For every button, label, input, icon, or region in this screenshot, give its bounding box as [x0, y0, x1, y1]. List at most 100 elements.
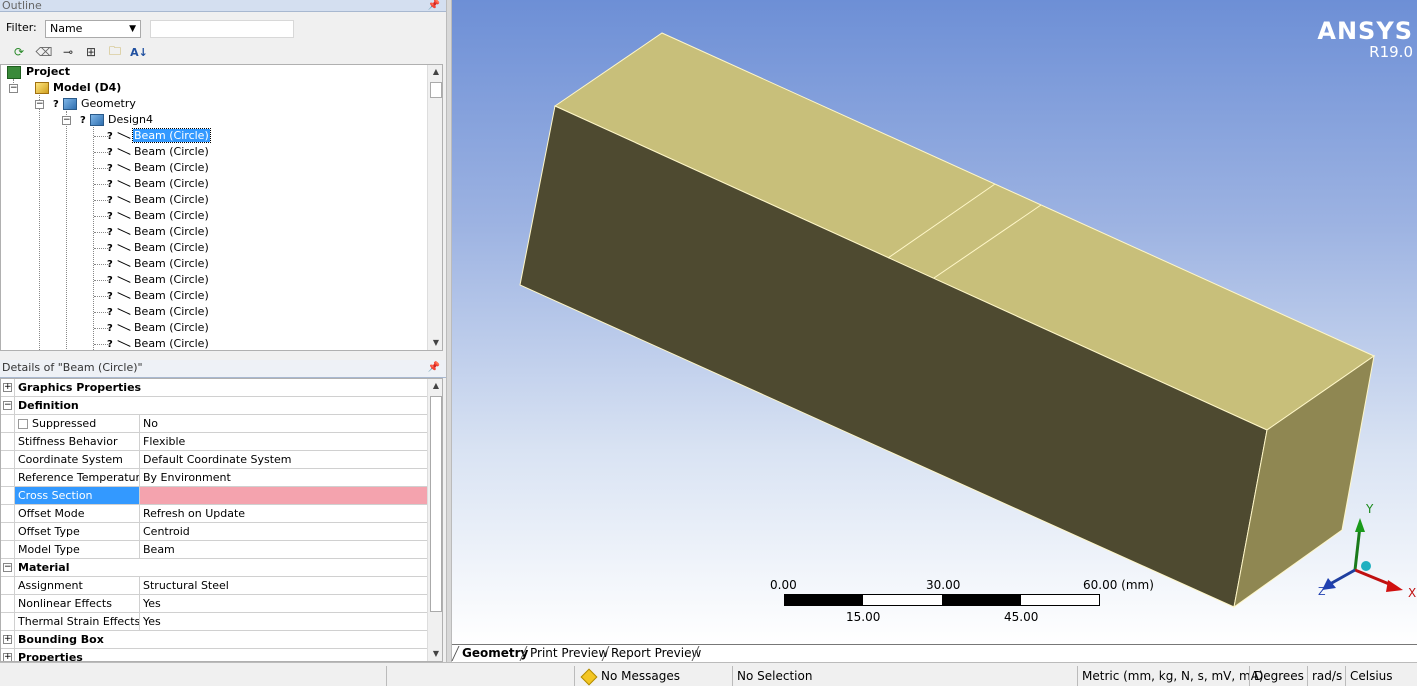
tab-print-preview[interactable]: Print Preview — [524, 645, 614, 662]
details-row-assignment[interactable]: Assignment Structural Steel — [1, 577, 428, 595]
status-rate-units[interactable]: rad/s — [1307, 666, 1345, 686]
scroll-thumb[interactable] — [430, 82, 442, 98]
details-row-offset-type[interactable]: Offset Type Centroid — [1, 523, 428, 541]
folder-icon[interactable]: 🗀 — [106, 43, 124, 61]
pin-icon[interactable]: 📌 — [428, 360, 440, 376]
tree-node-beam[interactable]: ? Beam (Circle) — [107, 128, 211, 144]
question-mark-icon: ? — [107, 163, 113, 174]
details-row-thermal-strain-effects[interactable]: Thermal Strain Effects Yes — [1, 613, 428, 631]
status-angle-units[interactable]: Degrees — [1249, 666, 1307, 686]
part-icon — [90, 114, 104, 126]
details-grid: + Graphics Properties − Definition Suppresse… — [0, 378, 443, 662]
property-value[interactable] — [140, 487, 428, 504]
collapse-icon[interactable]: − — [3, 401, 12, 410]
tree-node-beam[interactable]: ? Beam (Circle) — [107, 240, 210, 256]
scroll-up-icon[interactable]: ▲ — [428, 65, 442, 79]
collapse-icon[interactable]: − — [62, 116, 71, 125]
collapse-icon[interactable]: − — [35, 100, 44, 109]
details-group-material[interactable]: − Material — [1, 559, 428, 577]
question-mark-icon: ? — [107, 195, 113, 206]
expand-all-icon[interactable]: ⊞ — [82, 43, 100, 61]
scroll-up-icon[interactable]: ▲ — [428, 379, 442, 393]
tree-node-design[interactable]: ? Design4 — [80, 112, 154, 128]
details-row-model-type[interactable]: Model Type Beam — [1, 541, 428, 559]
tree-node-beam[interactable]: ? Beam (Circle) — [107, 256, 210, 272]
details-scrollbar[interactable]: ▲ ▼ — [427, 379, 442, 661]
beam-icon — [117, 291, 131, 301]
property-name: Suppressed — [14, 415, 140, 432]
tree-node-geometry[interactable]: ? Geometry — [53, 96, 137, 112]
refresh-icon[interactable]: ⟳ — [10, 43, 28, 61]
sort-icon[interactable]: A↓ — [130, 43, 148, 61]
property-value[interactable]: Default Coordinate System — [140, 451, 428, 468]
tree-label: Project — [26, 65, 71, 78]
geometry-canvas[interactable]: Y X Z — [452, 0, 1417, 644]
tree-node-beam[interactable]: ? Beam (Circle) — [107, 288, 210, 304]
triad-origin — [1361, 561, 1371, 571]
property-value[interactable]: Flexible — [140, 433, 428, 450]
status-messages[interactable]: No Messages — [574, 666, 732, 686]
details-group-bounding-box[interactable]: + Bounding Box — [1, 631, 428, 649]
tree-expand-icon[interactable]: ⊸ — [59, 43, 77, 61]
status-temperature-units[interactable]: Celsius — [1345, 666, 1417, 686]
details-group-graphics-properties[interactable]: + Graphics Properties — [1, 379, 428, 397]
details-row-offset-mode[interactable]: Offset Mode Refresh on Update — [1, 505, 428, 523]
tree-node-beam[interactable]: ? Beam (Circle) — [107, 192, 210, 208]
details-row-stiffness-behavior[interactable]: Stiffness Behavior Flexible — [1, 433, 428, 451]
selection-text: No Selection — [737, 669, 813, 683]
details-row-nonlinear-effects[interactable]: Nonlinear Effects Yes — [1, 595, 428, 613]
expand-icon[interactable]: + — [3, 635, 12, 644]
property-value[interactable]: Centroid — [140, 523, 428, 540]
expand-icon[interactable]: + — [3, 383, 12, 392]
tree-line — [66, 111, 67, 350]
property-value[interactable]: No — [140, 415, 428, 432]
scroll-thumb[interactable] — [430, 396, 442, 612]
property-value[interactable]: By Environment — [140, 469, 428, 486]
details-row-suppressed[interactable]: Suppressed No — [1, 415, 428, 433]
tree-node-model[interactable]: Model (D4) — [35, 80, 122, 96]
tree-node-beam[interactable]: ? Beam (Circle) — [107, 336, 210, 350]
tree-node-beam[interactable]: ? Beam (Circle) — [107, 176, 210, 192]
question-mark-icon: ? — [107, 147, 113, 158]
tree-node-beam[interactable]: ? Beam (Circle) — [107, 320, 210, 336]
details-row-cross-section[interactable]: Cross Section — [1, 487, 428, 505]
tree-node-beam[interactable]: ? Beam (Circle) — [107, 272, 210, 288]
scroll-down-icon[interactable]: ▼ — [428, 336, 442, 350]
property-value[interactable]: Beam — [140, 541, 428, 558]
tree-node-beam[interactable]: ? Beam (Circle) — [107, 224, 210, 240]
property-value[interactable]: Yes — [140, 595, 428, 612]
details-group-definition[interactable]: − Definition — [1, 397, 428, 415]
filter-search-input[interactable] — [150, 20, 294, 38]
beam-icon — [117, 243, 131, 253]
tree-label: Beam (Circle) — [134, 257, 209, 270]
scroll-down-icon[interactable]: ▼ — [428, 647, 442, 661]
tree-label: Beam (Circle) — [134, 145, 209, 158]
tree-node-beam[interactable]: ? Beam (Circle) — [107, 304, 210, 320]
checkbox[interactable] — [18, 419, 28, 429]
tree-node-beam[interactable]: ? Beam (Circle) — [107, 160, 210, 176]
property-name: Assignment — [14, 577, 140, 594]
question-mark-icon: ? — [107, 179, 113, 190]
tree-scrollbar[interactable]: ▲ ▼ — [427, 65, 442, 350]
details-group-properties[interactable]: + Properties — [1, 649, 428, 661]
question-mark-icon: ? — [107, 307, 113, 318]
collapse-icon[interactable]: − — [9, 84, 18, 93]
tree-node-beam[interactable]: ? Beam (Circle) — [107, 208, 210, 224]
details-row-reference-temperature[interactable]: Reference Temperature By Environment — [1, 469, 428, 487]
expand-icon[interactable]: + — [3, 653, 12, 661]
property-value[interactable]: Yes — [140, 613, 428, 630]
property-value[interactable]: Structural Steel — [140, 577, 428, 594]
tree-node-beam[interactable]: ? Beam (Circle) — [107, 144, 210, 160]
property-value[interactable]: Refresh on Update — [140, 505, 428, 522]
eraser-icon[interactable]: ⌫ — [35, 43, 53, 61]
filter-select[interactable]: Name ▼ — [45, 20, 141, 38]
graphics-viewport[interactable]: Y X Z ANSYS R19.0 0.00 30.00 60.00 (mm) … — [452, 0, 1417, 644]
details-row-coordinate-system[interactable]: Coordinate System Default Coordinate Syst… — [1, 451, 428, 469]
pin-icon[interactable]: 📌 — [428, 0, 440, 11]
collapse-icon[interactable]: − — [3, 563, 12, 572]
status-units[interactable]: Metric (mm, kg, N, s, mV, mA) — [1077, 666, 1264, 686]
question-mark-icon: ? — [107, 291, 113, 302]
beam-icon — [117, 147, 131, 157]
tree-node-project[interactable]: Project — [7, 65, 71, 80]
scale-label: 45.00 — [1004, 610, 1039, 624]
